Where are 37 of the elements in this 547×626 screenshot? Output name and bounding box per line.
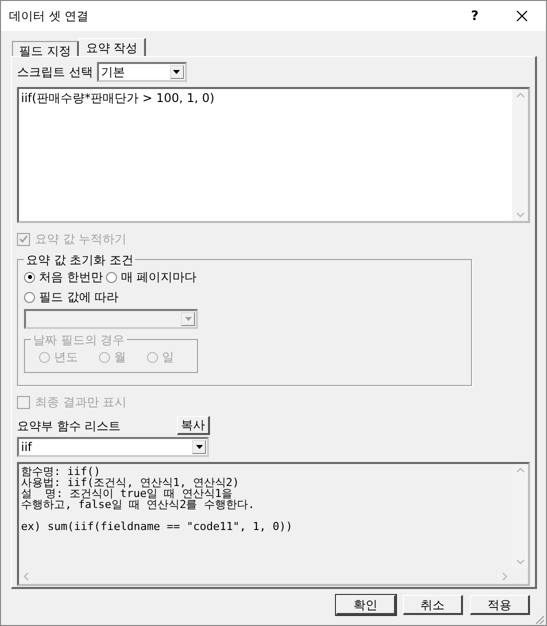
scroll-up-icon[interactable] bbox=[516, 92, 524, 98]
script-select-label: 스크립트 선택 bbox=[17, 64, 93, 80]
dialog-button[interactable]: 적용 bbox=[470, 595, 530, 615]
scroll-down-icon[interactable] bbox=[516, 212, 524, 218]
checkbox-label: 최종 결과만 표시 bbox=[35, 394, 127, 410]
radio-label: 필드 값에 따라 bbox=[39, 288, 119, 306]
dialog-button[interactable]: 확인 bbox=[336, 595, 396, 615]
resize-grip-icon[interactable] bbox=[535, 614, 545, 624]
scroll-down-icon[interactable] bbox=[516, 559, 524, 565]
scroll-left-icon[interactable] bbox=[23, 572, 29, 580]
radio-label: 일 bbox=[162, 348, 174, 366]
checkbox-label: 요약 값 누적하기 bbox=[35, 230, 127, 248]
dialog-button[interactable]: 취소 bbox=[403, 595, 463, 615]
vertical-scrollbar[interactable] bbox=[512, 89, 528, 221]
radio-button[interactable] bbox=[106, 272, 117, 282]
window-title: 데이터 셋 연결 bbox=[9, 8, 90, 24]
scroll-up-icon[interactable] bbox=[516, 467, 524, 473]
copy-button[interactable]: 복사 bbox=[177, 416, 210, 435]
tab[interactable]: 요약 작성 bbox=[78, 38, 146, 56]
description-text: 함수명: iif() 사용법: iif(조건식, 연산식1, 연산식2) 설 명: 조건식이 true일 때 연산식1을 수행하고, false일 때 연산식2를 수행한다. ex) sum(iif(fieldname == "code11", 1, 0)) bbox=[20, 464, 294, 535]
function-list-label: 요약부 함수 리스트 bbox=[17, 418, 122, 435]
radio-label: 처음 한번만 bbox=[39, 268, 103, 286]
script-select[interactable]: 기본 bbox=[96, 62, 187, 82]
script-text: iif(판매수량*판매단가 > 100, 1, 0) bbox=[20, 90, 216, 107]
tab[interactable]: 필드 지정 bbox=[12, 41, 79, 56]
radio-label: 매 페이지마다 bbox=[120, 268, 197, 286]
radio-label: 월 bbox=[114, 348, 126, 366]
group-title: 요약 값 초기화 조건 bbox=[24, 252, 136, 269]
help-button[interactable]: ? bbox=[471, 8, 491, 24]
radio-button[interactable] bbox=[24, 272, 35, 282]
scroll-right-icon[interactable] bbox=[502, 572, 508, 580]
script-editor[interactable]: iif(판매수량*판매단가 > 100, 1, 0) bbox=[17, 87, 530, 223]
function-select[interactable]: iif bbox=[17, 437, 209, 457]
radio-button[interactable] bbox=[24, 292, 35, 302]
close-icon[interactable] bbox=[516, 10, 528, 22]
group-title: 날짜 필드의 경우 bbox=[31, 332, 127, 349]
radio-label: 년도 bbox=[54, 348, 78, 366]
